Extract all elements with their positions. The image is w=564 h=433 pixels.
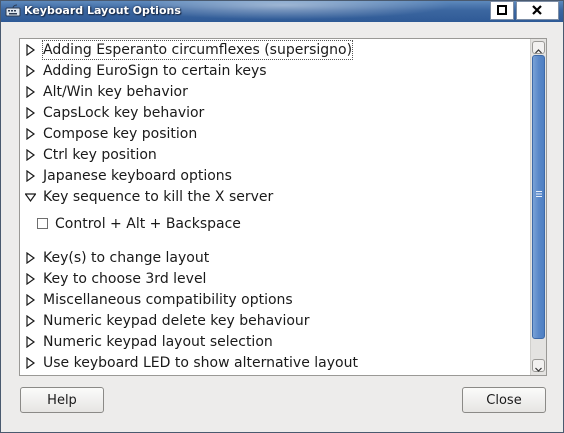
expand-arrow-icon[interactable] (25, 107, 36, 119)
close-icon (532, 5, 542, 15)
expand-arrow-icon[interactable] (25, 252, 36, 264)
expand-arrow-icon[interactable] (25, 315, 36, 327)
tree-row-label: Numeric keypad layout selection (43, 334, 273, 350)
scroll-up-button[interactable] (532, 41, 545, 54)
tree-row-label: Miscellaneous compatibility options (43, 292, 293, 308)
tree-row-label: Ctrl key position (43, 147, 157, 163)
expand-arrow-icon[interactable] (25, 294, 36, 306)
grip-icon (536, 191, 542, 197)
vertical-scrollbar[interactable] (530, 39, 546, 375)
tree-row-label: Alt/Win key behavior (43, 84, 188, 100)
help-button[interactable]: Help (20, 387, 104, 413)
tree-row-altwin[interactable]: Alt/Win key behavior (20, 82, 530, 102)
expand-arrow-icon[interactable] (25, 149, 36, 161)
tree-row-label: Key sequence to kill the X server (43, 189, 274, 205)
keyboard-icon (5, 4, 21, 17)
tree-row-esperanto[interactable]: Adding Esperanto circumflexes (supersign… (20, 40, 530, 60)
expand-arrow-icon[interactable] (25, 86, 36, 98)
tree-row-kill-x-server[interactable]: Key sequence to kill the X server (20, 187, 530, 207)
expand-arrow-icon[interactable] (25, 44, 36, 56)
tree-row-label: Compose key position (43, 126, 198, 142)
tree-row-third-level[interactable]: Key to choose 3rd level (20, 269, 530, 289)
keyboard-layout-options-dialog: Keyboard Layout Options Adding Esperanto… (0, 0, 564, 433)
expand-arrow-icon[interactable] (25, 336, 36, 348)
chevron-down-icon (535, 367, 542, 372)
collapse-arrow-icon[interactable] (25, 191, 36, 203)
expand-arrow-icon[interactable] (25, 170, 36, 182)
tree-row-label: CapsLock key behavior (43, 105, 205, 121)
tree-row-keypad-delete[interactable]: Numeric keypad delete key behaviour (20, 311, 530, 331)
control-alt-backspace-checkbox[interactable] (37, 218, 48, 229)
expand-arrow-icon[interactable] (25, 357, 36, 369)
tree-row-eurosign[interactable]: Adding EuroSign to certain keys (20, 61, 530, 81)
window-title: Keyboard Layout Options (24, 4, 181, 17)
tree-row-keypad-layout[interactable]: Numeric keypad layout selection (20, 332, 530, 352)
tree-row-keyboard-led[interactable]: Use keyboard LED to show alternative lay… (20, 353, 530, 373)
tree-row-label: Key to choose 3rd level (43, 271, 207, 287)
options-tree[interactable]: Adding Esperanto circumflexes (supersign… (19, 38, 547, 376)
tree-row-label: Key(s) to change layout (43, 250, 210, 266)
expand-arrow-icon[interactable] (25, 65, 36, 77)
tree-row-japanese[interactable]: Japanese keyboard options (20, 166, 530, 186)
scroll-down-button[interactable] (532, 359, 545, 372)
scroll-thumb[interactable] (532, 55, 545, 339)
tree-row-capslock[interactable]: CapsLock key behavior (20, 103, 530, 123)
maximize-icon (497, 5, 507, 15)
tree-row-change-layout[interactable]: Key(s) to change layout (20, 248, 530, 268)
tree-row-misc-compat[interactable]: Miscellaneous compatibility options (20, 290, 530, 310)
tree-row-label: Adding EuroSign to certain keys (43, 63, 267, 79)
tree-row-label: Use keyboard LED to show alternative lay… (43, 355, 358, 371)
title-bar[interactable]: Keyboard Layout Options (1, 1, 563, 22)
expand-arrow-icon[interactable] (25, 128, 36, 140)
expand-arrow-icon[interactable] (25, 273, 36, 285)
tree-row-label: Numeric keypad delete key behaviour (43, 313, 310, 329)
option-control-alt-backspace[interactable]: Control + Alt + Backspace (20, 214, 530, 234)
close-window-button[interactable] (516, 1, 559, 20)
tree-row-label: Japanese keyboard options (43, 168, 232, 184)
close-button[interactable]: Close (462, 387, 546, 413)
maximize-button[interactable] (490, 1, 514, 20)
tree-row-compose[interactable]: Compose key position (20, 124, 530, 144)
tree-row-ctrl[interactable]: Ctrl key position (20, 145, 530, 165)
checkbox-label: Control + Alt + Backspace (55, 216, 241, 232)
tree-row-label: Adding Esperanto circumflexes (supersign… (41, 40, 354, 60)
